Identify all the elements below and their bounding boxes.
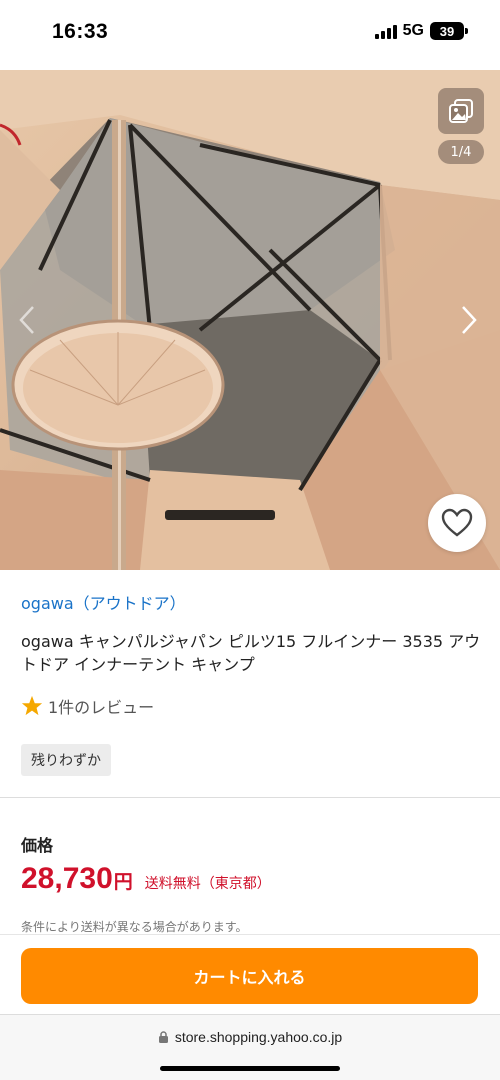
- chevron-right-icon: [462, 306, 477, 334]
- review-count: 1件のレビュー: [48, 698, 155, 717]
- price-row: 28,730 円 送料無料（東京都）: [21, 862, 271, 896]
- status-time: 16:33: [52, 20, 109, 43]
- divider: [0, 797, 500, 798]
- lock-icon: [158, 1030, 168, 1043]
- url-text[interactable]: store.shopping.yahoo.co.jp: [175, 1029, 342, 1045]
- review-link[interactable]: 1件のレビュー: [21, 694, 154, 718]
- home-indicator[interactable]: [160, 1066, 340, 1071]
- shipping-info[interactable]: 送料無料（東京都）: [145, 873, 271, 893]
- product-photo: [0, 70, 500, 570]
- gallery-button[interactable]: [438, 88, 484, 134]
- product-title: ogawa キャンパルジャパン ピルツ15 フルインナー 3535 アウトドア …: [21, 632, 481, 674]
- currency-label: 円: [113, 871, 133, 893]
- product-image-carousel[interactable]: 1/4: [0, 70, 500, 570]
- heart-outline-icon: [441, 508, 473, 537]
- images-stack-icon: [449, 99, 473, 123]
- browser-address-bar[interactable]: store.shopping.yahoo.co.jp: [0, 1014, 500, 1080]
- brand-link[interactable]: ogawa（アウトドア）: [21, 590, 186, 614]
- star-icon: [21, 695, 43, 716]
- previous-image-button[interactable]: [14, 302, 40, 338]
- status-indicators: 5G 39: [374, 22, 468, 40]
- shipping-note: 条件により送料が異なる場合があります。: [21, 920, 248, 934]
- signal-icon: [374, 23, 397, 39]
- stock-badge: 残りわずか: [21, 744, 111, 776]
- url-container[interactable]: store.shopping.yahoo.co.jp: [0, 1029, 500, 1045]
- battery-icon: 39: [430, 22, 468, 40]
- next-image-button[interactable]: [456, 302, 482, 338]
- cart-bar: カートに入れる: [0, 934, 500, 1014]
- status-bar: 16:33 5G 39: [0, 0, 500, 70]
- price-value: 28,730: [21, 862, 113, 895]
- add-to-cart-button[interactable]: カートに入れる: [21, 948, 478, 1004]
- image-counter: 1/4: [438, 140, 484, 164]
- price-label: 価格: [21, 836, 54, 855]
- network-label: 5G: [402, 22, 424, 39]
- favorite-button[interactable]: [428, 494, 486, 552]
- chevron-left-icon: [19, 306, 34, 334]
